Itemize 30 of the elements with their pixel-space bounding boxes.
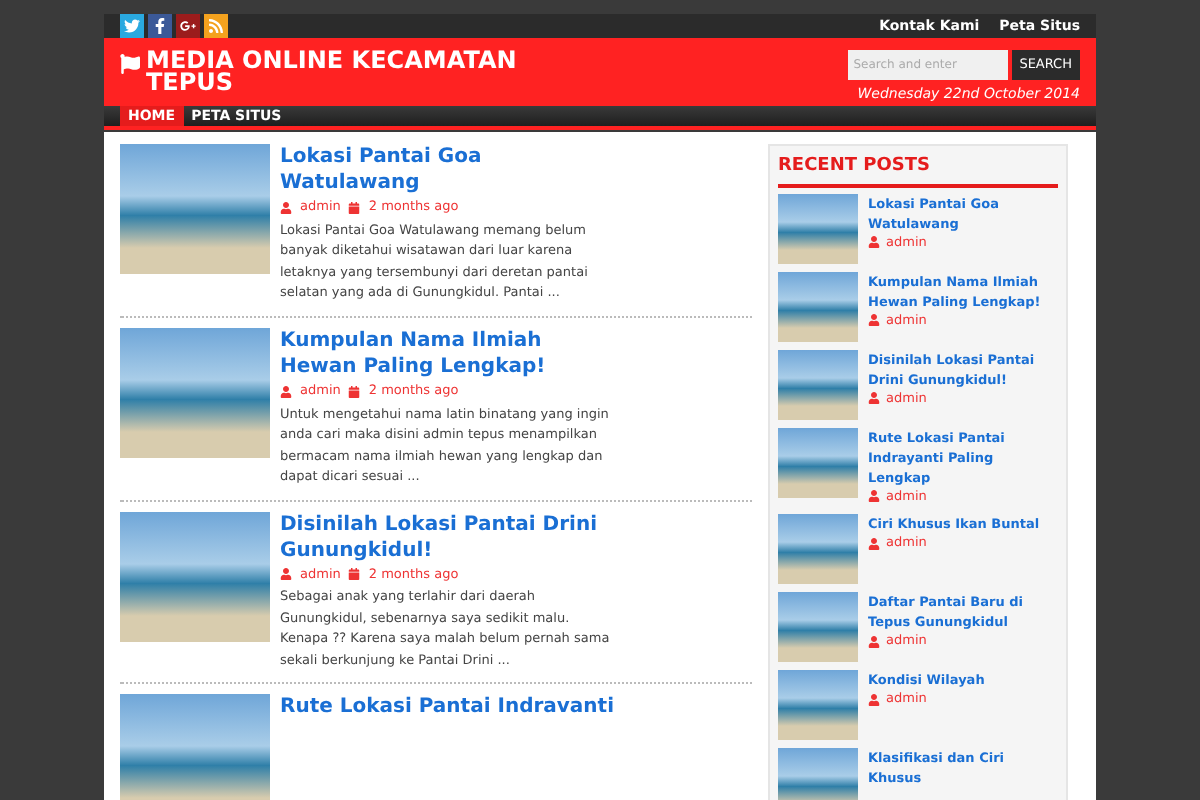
calendar-icon: [348, 568, 361, 581]
user-icon: [868, 490, 880, 503]
photo-placeholder: [778, 349, 858, 419]
photo-placeholder: [778, 592, 858, 663]
user-icon: [868, 314, 880, 327]
facebook-icon[interactable]: [148, 14, 172, 38]
photo-placeholder: [778, 748, 858, 800]
photo-placeholder: [778, 193, 858, 263]
photo-placeholder: [778, 271, 858, 341]
flag-icon: [120, 54, 140, 74]
post-title[interactable]: Rute Lokasi Pantai Indravanti: [280, 694, 620, 721]
user-icon: [280, 385, 292, 398]
photo-placeholder: [778, 670, 858, 741]
user-icon: [868, 694, 880, 707]
google-plus-icon[interactable]: [176, 14, 200, 38]
user-icon: [280, 201, 292, 214]
calendar-icon: [348, 385, 361, 398]
user-icon: [868, 636, 880, 649]
user-icon: [868, 392, 880, 405]
post-title[interactable]: Kumpulan Nama Ilmiah Hewan Paling Lengkap!: [280, 327, 620, 380]
site-title[interactable]: MEDIA ONLINE KECAMATAN TEPUS: [146, 50, 520, 94]
user-icon: [280, 568, 292, 581]
photo-placeholder: [778, 427, 858, 497]
calendar-icon: [348, 201, 361, 214]
sidebar-heading: RECENT POSTS: [778, 154, 1058, 187]
photo-placeholder: [778, 514, 858, 585]
post-title[interactable]: Lokasi Pantai Goa Watulawang: [280, 144, 620, 196]
user-icon: [868, 236, 880, 249]
user-icon: [868, 538, 880, 551]
post-title[interactable]: Disinilah Lokasi Pantai Drini Gunungkidul!: [280, 511, 620, 563]
